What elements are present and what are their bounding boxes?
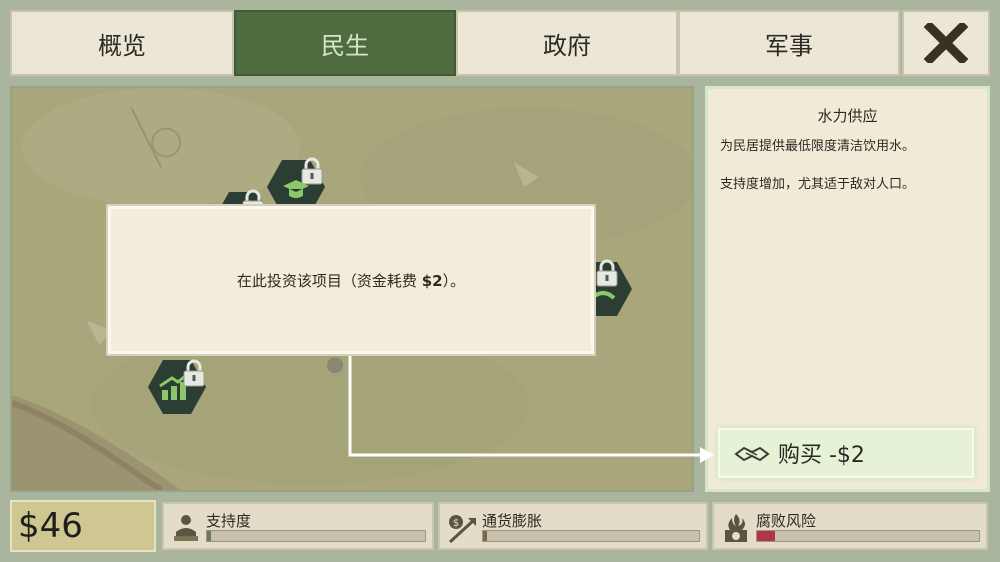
tab-livelihood[interactable]: 民生 — [234, 10, 456, 76]
corruption-bar — [756, 530, 980, 542]
crowd-icon — [174, 515, 198, 541]
inflation-stat[interactable]: $ 通货膨胀 — [438, 502, 708, 550]
money-fire-icon — [725, 514, 747, 542]
svg-text:$: $ — [453, 518, 459, 529]
close-button[interactable] — [902, 10, 990, 76]
support-bar — [206, 530, 426, 542]
handshake-icon — [734, 446, 770, 462]
lock-icon — [596, 259, 618, 287]
lock-icon — [301, 157, 323, 185]
tab-government[interactable]: 政府 — [456, 10, 678, 76]
tab-overview[interactable]: 概览 — [10, 10, 234, 76]
project-title: 水力供应 — [817, 107, 878, 125]
support-stat[interactable]: 支持度 — [162, 502, 434, 550]
project-info-panel: 水力供应 为民居提供最低限度清洁饮用水。 支持度增加，尤其适于敌对人口。 购买 … — [705, 86, 990, 492]
tab-military[interactable]: 军事 — [678, 10, 900, 76]
support-label: 支持度 — [206, 512, 252, 530]
inflation-label: 通货膨胀 — [482, 512, 543, 530]
corruption-label: 腐败风险 — [756, 512, 817, 530]
inflation-bar — [482, 530, 700, 542]
tutorial-popup: 在此投资该项目（资金耗费 $2）。 — [108, 206, 594, 354]
project-description: 为民居提供最低限度清洁饮用水。 支持度增加，尤其适于敌对人口。 — [720, 137, 980, 213]
lock-icon — [183, 359, 205, 387]
status-bar: $46 支持度 $ 通货膨胀 腐败风险 — [10, 500, 990, 552]
project-description-line-2: 支持度增加，尤其适于敌对人口。 — [720, 177, 916, 192]
corruption-stat[interactable]: 腐败风险 — [712, 502, 988, 550]
buy-button-label: 购买 -$2 — [778, 443, 865, 468]
money-display: $46 — [10, 500, 156, 552]
top-tab-bar: 概览 民生 政府 军事 — [10, 10, 990, 76]
close-x-icon — [924, 23, 968, 63]
popup-cost: $2 — [421, 271, 443, 290]
popup-text: 在此投资该项目（资金耗费 $2）。 — [236, 271, 466, 290]
buy-button[interactable]: 购买 -$2 — [718, 428, 974, 478]
inflation-arrow-icon: $ — [448, 515, 476, 544]
project-description-line-1: 为民居提供最低限度清洁饮用水。 — [720, 139, 916, 154]
